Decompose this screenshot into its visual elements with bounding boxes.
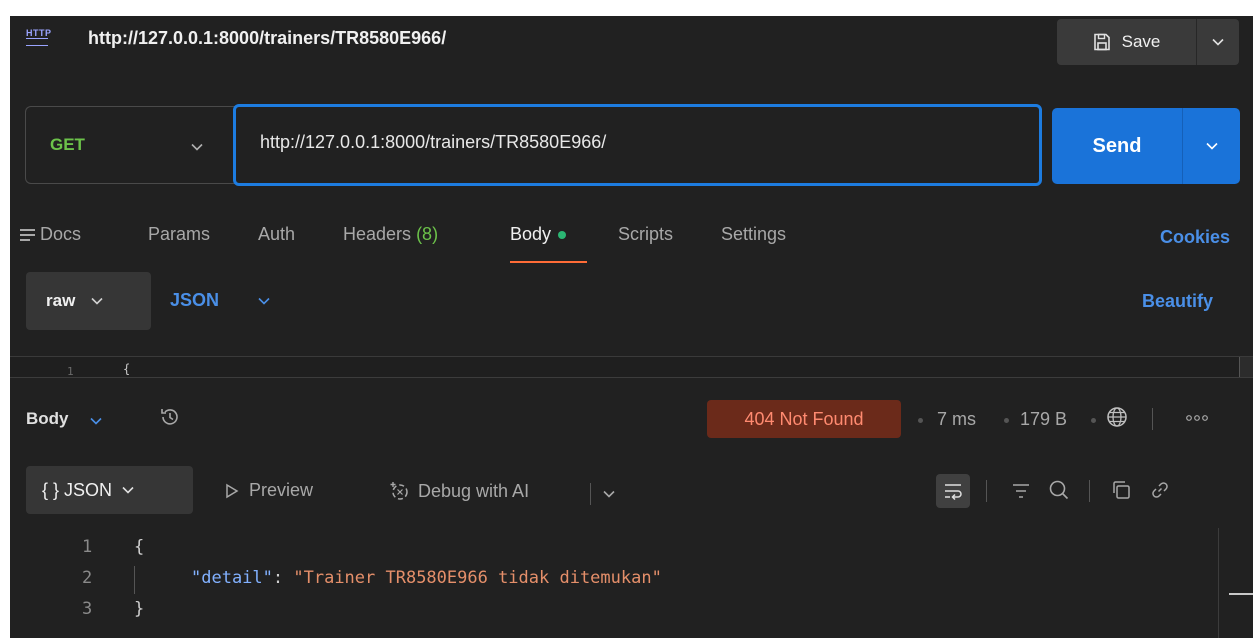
debug-label: Debug with AI xyxy=(418,480,530,501)
response-body-select[interactable]: Body xyxy=(26,409,69,429)
save-icon xyxy=(1093,33,1110,51)
save-button[interactable]: Save xyxy=(1057,19,1195,65)
line-number: 2 xyxy=(82,568,93,588)
editor-scrollbar[interactable] xyxy=(1239,357,1253,377)
save-options-button[interactable] xyxy=(1197,19,1239,65)
code-line: "detail": "Trainer TR8580E966 tidak dite… xyxy=(191,568,662,588)
filter-icon[interactable] xyxy=(1011,481,1031,501)
chevron-down-icon xyxy=(1212,38,1224,46)
chevron-down-icon xyxy=(91,297,103,305)
modified-dot xyxy=(558,231,567,240)
method-label: GET xyxy=(50,135,85,154)
separator-dot xyxy=(918,418,923,423)
body-format-select[interactable]: JSON xyxy=(170,290,219,311)
tab-headers-label: Headers xyxy=(343,224,412,244)
request-body-editor[interactable] xyxy=(10,357,1253,377)
response-scrollbar-track[interactable] xyxy=(1218,528,1219,638)
chevron-down-icon xyxy=(1205,142,1218,150)
copy-icon[interactable] xyxy=(1111,480,1131,500)
wrap-lines-icon xyxy=(945,484,962,500)
separator-dot xyxy=(1091,418,1096,423)
tab-params[interactable]: Params xyxy=(148,224,210,245)
url-value: http://127.0.0.1:8000/trainers/TR8580E96… xyxy=(260,132,607,152)
method-select[interactable]: GET xyxy=(25,106,235,184)
tab-docs[interactable]: Docs xyxy=(40,224,81,245)
headers-count: (8) xyxy=(416,224,439,244)
chevron-down-icon xyxy=(122,486,134,494)
tab-body[interactable]: Body xyxy=(510,224,567,245)
tab-headers[interactable]: Headers (8) xyxy=(343,224,438,245)
send-button[interactable]: Send xyxy=(1052,108,1182,184)
preview-button[interactable]: Preview xyxy=(225,480,313,501)
body-mode-label: raw xyxy=(46,291,76,310)
search-icon[interactable] xyxy=(1048,479,1070,501)
tab-settings[interactable]: Settings xyxy=(721,224,786,245)
chevron-down-icon xyxy=(191,143,203,151)
tab-auth[interactable]: Auth xyxy=(258,224,295,245)
chevron-down-icon[interactable] xyxy=(603,490,615,498)
response-format-label: { } JSON xyxy=(42,479,113,500)
divider xyxy=(590,483,591,505)
link-icon[interactable] xyxy=(1150,480,1170,500)
save-button-group: Save xyxy=(1057,19,1239,65)
tab-scripts[interactable]: Scripts xyxy=(618,224,673,245)
http-request-icon: HTTP xyxy=(24,25,52,49)
divider xyxy=(986,480,987,502)
play-icon xyxy=(226,483,239,498)
url-input[interactable]: http://127.0.0.1:8000/trainers/TR8580E96… xyxy=(233,104,1042,186)
debug-with-ai-button[interactable]: Debug with AI xyxy=(388,480,529,502)
chevron-down-icon[interactable] xyxy=(258,297,270,305)
history-icon[interactable] xyxy=(158,405,182,429)
json-separator: : xyxy=(272,568,294,588)
beautify-link[interactable]: Beautify xyxy=(1142,291,1213,312)
divider xyxy=(1089,480,1090,502)
indent-guide xyxy=(134,566,135,594)
chevron-down-icon[interactable] xyxy=(90,417,102,425)
postman-request-pane: HTTP http://127.0.0.1:8000/trainers/TR85… xyxy=(10,16,1253,638)
divider xyxy=(1152,408,1153,430)
json-value: "Trainer TR8580E966 tidak ditemukan" xyxy=(293,568,662,588)
ai-sparkle-icon xyxy=(390,482,408,500)
active-tab-indicator xyxy=(510,261,587,263)
code-line: } xyxy=(134,599,145,619)
send-options-button[interactable] xyxy=(1183,108,1240,184)
scrollbar-thumb[interactable] xyxy=(1229,593,1253,595)
line-number: 1 xyxy=(82,537,93,557)
divider xyxy=(10,377,1253,378)
send-button-group: Send xyxy=(1052,108,1240,184)
json-key: "detail" xyxy=(191,568,273,588)
line-number: 3 xyxy=(82,599,93,619)
save-label: Save xyxy=(1121,32,1161,51)
separator-dot xyxy=(1004,418,1009,423)
word-wrap-button[interactable] xyxy=(936,474,970,508)
code-line: { xyxy=(134,537,145,557)
code-line: { xyxy=(123,362,131,376)
request-title[interactable]: http://127.0.0.1:8000/trainers/TR8580E96… xyxy=(88,28,446,49)
tab-body-label: Body xyxy=(510,224,552,244)
body-mode-select[interactable]: raw xyxy=(26,272,151,330)
status-badge[interactable]: 404 Not Found xyxy=(707,400,901,438)
more-options-icon[interactable] xyxy=(1185,413,1209,423)
response-format-select[interactable]: { } JSON xyxy=(26,466,193,514)
docs-icon xyxy=(20,229,35,241)
response-time[interactable]: 7 ms xyxy=(937,409,976,430)
cookies-link[interactable]: Cookies xyxy=(1160,227,1230,248)
preview-label: Preview xyxy=(249,480,314,500)
response-size[interactable]: 179 B xyxy=(1020,409,1067,430)
globe-icon[interactable] xyxy=(1106,406,1128,428)
